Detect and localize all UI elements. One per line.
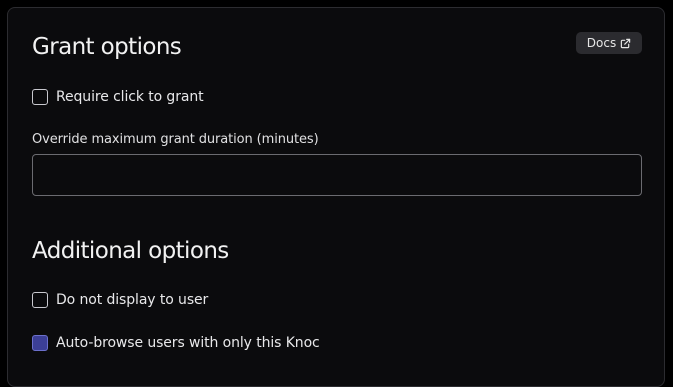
hide-from-user-label: Do not display to user <box>56 292 209 308</box>
max-duration-label: Override maximum grant duration (minutes… <box>32 132 319 147</box>
hide-from-user-checkbox[interactable] <box>32 292 48 308</box>
require-click-label: Require click to grant <box>56 89 204 105</box>
hide-from-user-option[interactable]: Do not display to user <box>32 292 208 308</box>
auto-browse-label: Auto-browse users with only this Knoc <box>56 335 320 351</box>
docs-button-label: Docs <box>586 36 617 50</box>
max-duration-input[interactable] <box>32 154 642 196</box>
grant-options-title: Grant options <box>32 34 182 60</box>
external-link-icon <box>620 38 631 49</box>
settings-panel: Grant options Docs Require click to gran… <box>7 7 665 387</box>
require-click-checkbox[interactable] <box>32 89 48 105</box>
auto-browse-option[interactable]: Auto-browse users with only this Knoc <box>32 335 320 351</box>
docs-button[interactable]: Docs <box>576 32 642 54</box>
require-click-option[interactable]: Require click to grant <box>32 89 204 105</box>
auto-browse-checkbox[interactable] <box>32 335 48 351</box>
additional-options-title: Additional options <box>32 238 229 264</box>
